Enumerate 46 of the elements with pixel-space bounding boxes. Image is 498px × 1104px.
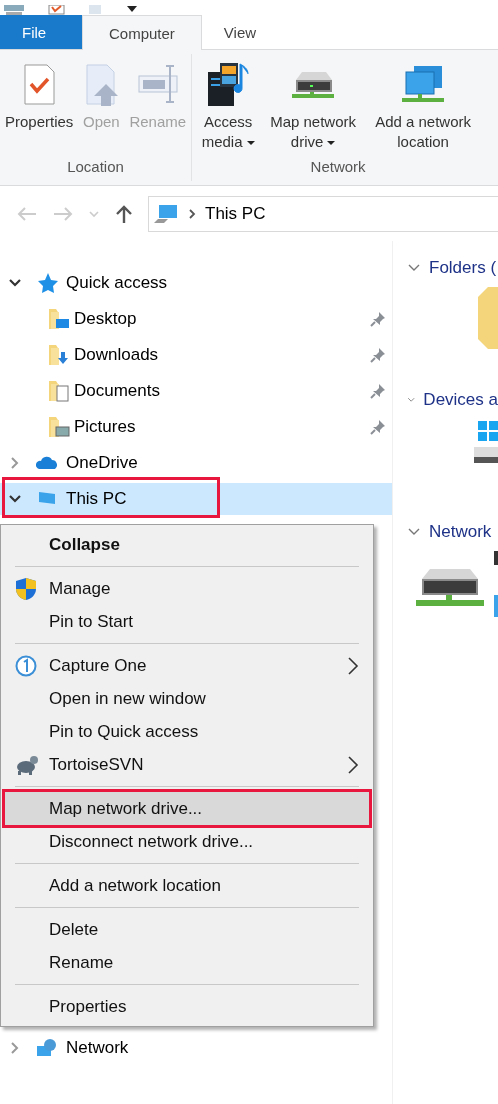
menu-item[interactable]: Rename (3, 946, 371, 979)
menu-item[interactable]: Pin to Quick access (3, 715, 371, 748)
pin-icon[interactable] (370, 419, 386, 435)
address-bar[interactable]: This PC (148, 195, 498, 232)
menu-item[interactable]: Delete (3, 913, 371, 946)
menu-item[interactable]: Properties (3, 990, 371, 1023)
group-label: Network (309, 158, 367, 177)
menu-item[interactable]: Capture One (3, 649, 371, 682)
tree-item[interactable]: Quick access (0, 267, 392, 299)
circle-one-icon (15, 654, 37, 677)
shield-icon (15, 576, 37, 601)
tree-item[interactable]: This PC (0, 483, 392, 515)
network-icon (36, 1037, 58, 1059)
menu-item[interactable]: Map network drive... (3, 792, 371, 825)
pin-icon[interactable] (370, 383, 386, 399)
ribbon-tab[interactable]: View (201, 15, 279, 49)
tree-item[interactable]: Desktop (0, 303, 392, 335)
menu-item[interactable]: Collapse (3, 528, 371, 561)
ribbon-button[interactable]: Access media (194, 62, 263, 158)
turtle-icon (14, 753, 38, 776)
section-header[interactable]: Network (393, 519, 498, 545)
computer-icon[interactable] (4, 5, 26, 15)
pin-icon[interactable] (370, 347, 386, 363)
up-arrow-icon[interactable] (114, 203, 134, 224)
menu-item[interactable]: Open in new window (3, 682, 371, 715)
tree-item[interactable]: Downloads (0, 339, 392, 371)
section-header[interactable]: Folders ( (393, 255, 498, 281)
ribbon-button[interactable]: Properties (2, 62, 77, 158)
group-label: Location (66, 158, 125, 177)
tree-item[interactable]: Network (0, 1032, 392, 1064)
menu-item[interactable]: TortoiseSVN (3, 748, 371, 781)
tree-item[interactable]: Pictures (0, 411, 392, 443)
tree-item[interactable]: Documents (0, 375, 392, 407)
pin-icon[interactable] (370, 311, 386, 327)
properties-icon[interactable] (48, 5, 66, 15)
ribbon-button[interactable]: Add a network location (364, 62, 483, 158)
menu-item[interactable]: Disconnect network drive... (3, 825, 371, 858)
star-icon (36, 272, 58, 294)
menu-item[interactable]: Manage (3, 572, 371, 605)
ribbon-button[interactable]: Map network drive (262, 62, 365, 158)
tree-item[interactable]: OneDrive (0, 447, 392, 479)
menu-item[interactable]: Pin to Start (3, 605, 371, 638)
ribbon-tab[interactable]: File (0, 15, 82, 49)
menu-item[interactable]: Add a network location (3, 869, 371, 902)
section-header[interactable]: Devices a (393, 387, 498, 413)
ribbon-tab[interactable]: Computer (82, 15, 202, 50)
